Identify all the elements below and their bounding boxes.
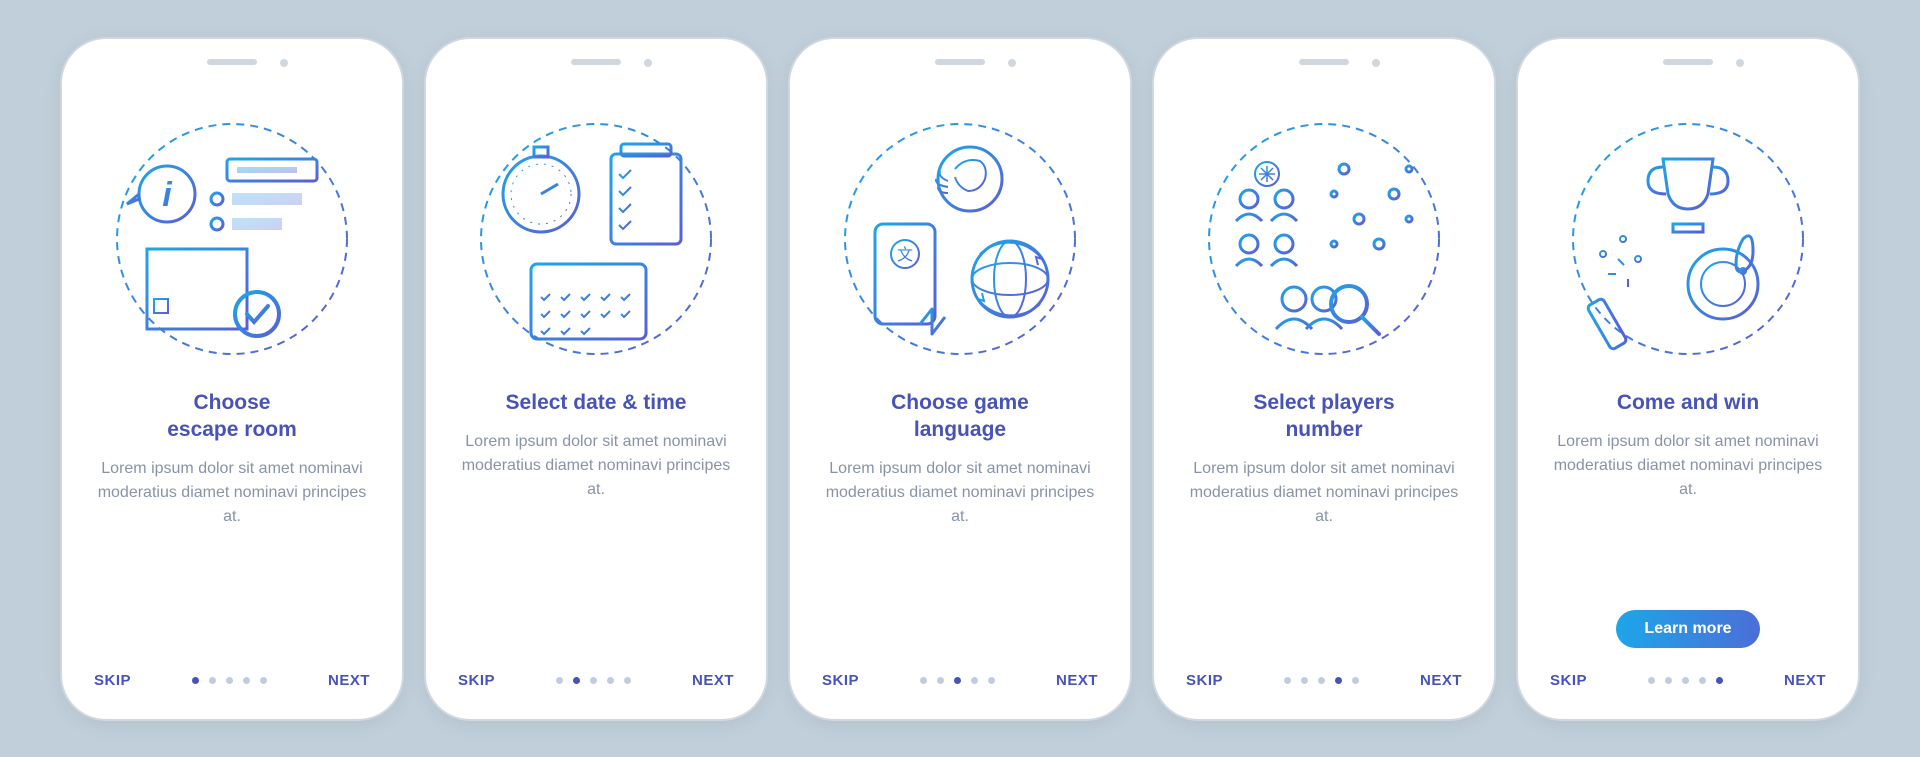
dot (573, 677, 580, 684)
bottom-nav: SKIP NEXT (86, 672, 378, 689)
skip-button[interactable]: SKIP (822, 672, 859, 689)
language-icon: 文 (820, 99, 1100, 379)
dot (1716, 677, 1723, 684)
win-icon (1548, 99, 1828, 379)
dot (590, 677, 597, 684)
next-button[interactable]: NEXT (692, 672, 734, 689)
dot (1648, 677, 1655, 684)
dot (607, 677, 614, 684)
skip-button[interactable]: SKIP (458, 672, 495, 689)
screen-description: Lorem ipsum dolor sit amet nominavi mode… (450, 430, 742, 648)
dot (226, 677, 233, 684)
svg-text:i: i (162, 176, 173, 214)
onboarding-screen-2: Select date & time Lorem ipsum dolor sit… (426, 39, 766, 719)
onboarding-screen-5: Come and win Lorem ipsum dolor sit amet … (1518, 39, 1858, 719)
dot (988, 677, 995, 684)
bottom-nav: SKIP NEXT (1178, 672, 1470, 689)
svg-text:文: 文 (897, 246, 913, 264)
date-time-icon (456, 99, 736, 379)
screen-title: Come and win (1617, 389, 1759, 416)
next-button[interactable]: NEXT (1420, 672, 1462, 689)
page-indicator (1648, 677, 1723, 684)
bottom-nav: SKIP NEXT (814, 672, 1106, 689)
next-button[interactable]: NEXT (1056, 672, 1098, 689)
page-indicator (192, 677, 267, 684)
learn-more-button[interactable]: Learn more (1616, 610, 1759, 648)
dot (556, 677, 563, 684)
dot (192, 677, 199, 684)
screen-description: Lorem ipsum dolor sit amet nominavi mode… (814, 457, 1106, 647)
onboarding-screen-1: i Chooseescape room Lorem ipsum dolor si… (62, 39, 402, 719)
dot (954, 677, 961, 684)
onboarding-screen-3: 文 Choose gamelanguage Lorem ipsum dolor … (790, 39, 1130, 719)
bottom-nav: SKIP NEXT (450, 672, 742, 689)
screen-description: Lorem ipsum dolor sit amet nominavi mode… (1178, 457, 1470, 647)
page-indicator (1284, 677, 1359, 684)
skip-button[interactable]: SKIP (1550, 672, 1587, 689)
dot (937, 677, 944, 684)
screen-title: Chooseescape room (167, 389, 297, 444)
screen-title: Choose gamelanguage (891, 389, 1029, 444)
dot (1699, 677, 1706, 684)
dot (624, 677, 631, 684)
bottom-nav: SKIP NEXT (1542, 672, 1834, 689)
escape-room-icon: i (92, 99, 372, 379)
skip-button[interactable]: SKIP (94, 672, 131, 689)
page-indicator (920, 677, 995, 684)
dot (1301, 677, 1308, 684)
dot (1682, 677, 1689, 684)
dot (243, 677, 250, 684)
dot (1352, 677, 1359, 684)
dot (209, 677, 216, 684)
dot (1335, 677, 1342, 684)
dot (920, 677, 927, 684)
onboarding-screen-4: Select playersnumber Lorem ipsum dolor s… (1154, 39, 1494, 719)
screen-title: Select playersnumber (1253, 389, 1394, 444)
screen-description: Lorem ipsum dolor sit amet nominavi mode… (1542, 430, 1834, 590)
dot (1318, 677, 1325, 684)
dot (971, 677, 978, 684)
next-button[interactable]: NEXT (1784, 672, 1826, 689)
screen-description: Lorem ipsum dolor sit amet nominavi mode… (86, 457, 378, 647)
next-button[interactable]: NEXT (328, 672, 370, 689)
dot (260, 677, 267, 684)
players-icon (1184, 99, 1464, 379)
screen-title: Select date & time (506, 389, 687, 416)
dot (1284, 677, 1291, 684)
dot (1665, 677, 1672, 684)
page-indicator (556, 677, 631, 684)
skip-button[interactable]: SKIP (1186, 672, 1223, 689)
